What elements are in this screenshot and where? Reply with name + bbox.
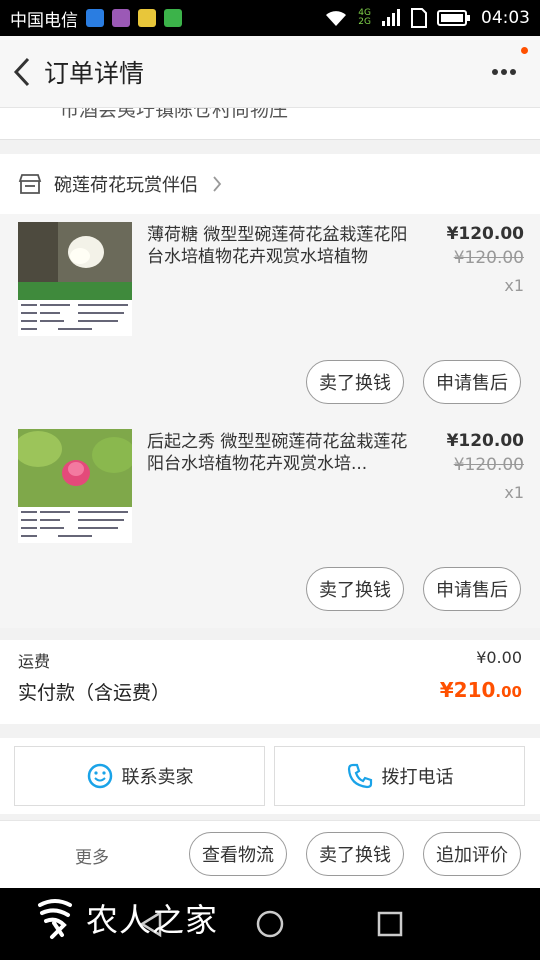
address-text: 市酒会夷圩镇陈仓村尚物庄: [60, 108, 289, 121]
recents-square-icon[interactable]: [377, 911, 403, 937]
view-logistics-button[interactable]: 查看物流: [189, 832, 287, 876]
notification-dot: [521, 47, 528, 54]
more-button[interactable]: 更多: [75, 843, 109, 868]
chevron-right-icon: [213, 176, 222, 192]
app-notification-icon: [86, 9, 104, 27]
product-price: ¥120.00: [446, 224, 524, 244]
more-menu-button[interactable]: [488, 56, 520, 88]
carrier-name: 中国电信: [10, 10, 78, 31]
status-bar: 中国电信 4G 2G 04:03: [0, 0, 540, 36]
shipping-label: 运费: [18, 652, 51, 671]
shipping-value: ¥0.00: [476, 648, 522, 667]
star-notification-icon: [138, 9, 156, 27]
product-title[interactable]: 薄荷糖 微型型碗莲荷花盆栽莲花阳台水培植物花卉观赏水培植物: [147, 224, 409, 268]
page-title: 订单详情: [44, 58, 145, 88]
product-image[interactable]: [18, 222, 132, 336]
gallery-notification-icon: [112, 9, 130, 27]
more-dots-icon: [492, 69, 516, 75]
battery-icon: [437, 10, 470, 26]
watermark: 农人之家: [32, 895, 218, 941]
resell-button[interactable]: 卖了换钱: [306, 567, 404, 611]
phone-icon: [347, 763, 372, 789]
home-circle-icon[interactable]: [256, 910, 284, 938]
contact-bar: 联系卖家 拨打电话: [0, 738, 540, 814]
clock: 04:03: [481, 8, 530, 28]
call-phone-button[interactable]: 拨打电话: [274, 746, 525, 806]
total-value: ¥210.00: [439, 678, 522, 702]
watermark-text: 农人之家: [86, 901, 219, 939]
payment-summary: 运费 ¥0.00 实付款（含运费） ¥210.00: [0, 640, 540, 724]
after-sales-button[interactable]: 申请售后: [423, 567, 521, 611]
chat-smile-icon: [87, 763, 112, 789]
wechat-notification-icon: [164, 9, 182, 27]
add-review-button[interactable]: 追加评价: [423, 832, 521, 876]
resell-button[interactable]: 卖了换钱: [306, 360, 404, 404]
order-item[interactable]: 后起之秀 微型型碗莲荷花盆栽莲花阳台水培植物花卉观赏水培... ¥120.00 …: [0, 421, 540, 628]
sim-icon: [411, 8, 427, 28]
nav-bar: 订单详情: [0, 36, 540, 108]
address-strip: 市酒会夷圩镇陈仓村尚物庄: [0, 108, 540, 140]
wifi-icon: [326, 11, 347, 26]
contact-seller-label: 联系卖家: [121, 767, 194, 788]
order-item[interactable]: 薄荷糖 微型型碗莲荷花盆栽莲花阳台水培植物花卉观赏水培植物 ¥120.00 ¥1…: [0, 214, 540, 421]
lotus-photo-image: [18, 222, 132, 336]
product-image[interactable]: [18, 429, 132, 543]
bottom-action-bar: 更多 查看物流 卖了换钱 追加评价: [0, 820, 540, 888]
resell-button[interactable]: 卖了换钱: [306, 832, 404, 876]
watermark-logo-icon: [38, 899, 72, 939]
contact-seller-button[interactable]: 联系卖家: [14, 746, 265, 806]
signal-icon: [382, 9, 400, 26]
product-quantity: x1: [504, 483, 524, 502]
order-card: 碗莲荷花玩赏伴侣 薄荷糖 微型型碗莲荷花盆栽莲花阳台水培植物花卉观赏水培植物 ¥…: [0, 154, 540, 628]
lotus-photo-image: [18, 429, 132, 543]
call-phone-label: 拨打电话: [381, 767, 454, 788]
product-original-price: ¥120.00: [453, 455, 524, 475]
back-button[interactable]: [0, 36, 44, 108]
after-sales-button[interactable]: 申请售后: [423, 360, 521, 404]
product-original-price: ¥120.00: [453, 248, 524, 268]
shop-icon: [18, 174, 42, 194]
back-arrow-icon: [13, 57, 30, 86]
product-quantity: x1: [504, 276, 524, 295]
product-title[interactable]: 后起之秀 微型型碗莲荷花盆栽莲花阳台水培植物花卉观赏水培...: [147, 431, 409, 475]
shop-name: 碗莲荷花玩赏伴侣: [54, 175, 198, 196]
shop-header[interactable]: 碗莲荷花玩赏伴侣: [0, 154, 540, 214]
network-type: 4G 2G: [358, 8, 371, 27]
total-label: 实付款（含运费）: [18, 682, 171, 704]
product-price: ¥120.00: [446, 431, 524, 451]
